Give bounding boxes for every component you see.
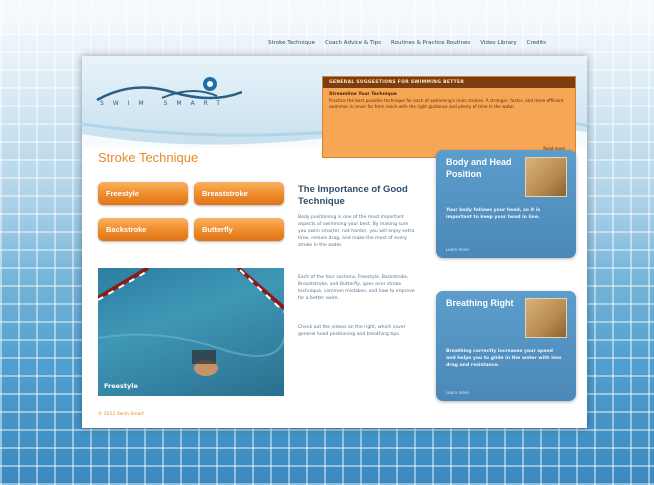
pool-image bbox=[98, 268, 284, 376]
article-paragraph-3: Check out the videos on the right, which… bbox=[298, 325, 406, 337]
nav-credits[interactable]: Credits bbox=[527, 40, 546, 54]
tips-box-title: Streamline Your Technique bbox=[329, 92, 397, 97]
nav-routines[interactable]: Routines & Practice Routines bbox=[391, 40, 470, 54]
nav-coach-advice[interactable]: Coach Advice & Tips bbox=[325, 40, 381, 54]
freestyle-photo[interactable]: Freestyle bbox=[98, 268, 284, 396]
swimmer-logo-icon[interactable] bbox=[92, 70, 242, 120]
tips-box: GENERAL SUGGESTIONS FOR SWIMMING BETTER … bbox=[322, 76, 576, 158]
article-title: The Importance of Good Technique bbox=[298, 184, 408, 207]
footer-copyright: © 2012 Swim Smart bbox=[98, 412, 145, 417]
butterfly-button[interactable]: Butterfly bbox=[194, 218, 284, 241]
freestyle-button[interactable]: Freestyle bbox=[98, 182, 188, 205]
card-learn-more-link[interactable]: Learn more bbox=[446, 247, 469, 252]
card-title: Breathing Right bbox=[446, 298, 514, 308]
nav-video-library[interactable]: Video Library bbox=[480, 40, 516, 54]
card-learn-more-link[interactable]: Learn more bbox=[446, 390, 469, 395]
card-thumbnail bbox=[525, 298, 567, 338]
page-title: Stroke Technique bbox=[98, 150, 199, 165]
breathing-right-card[interactable]: Breathing Right Breathing correctly incr… bbox=[436, 291, 576, 401]
top-nav: Stroke Technique Coach Advice & Tips Rou… bbox=[268, 40, 546, 54]
tips-box-body: Practice the best possible technique for… bbox=[329, 98, 564, 109]
main-panel: SWIM SMART GENERAL SUGGESTIONS FOR SWIMM… bbox=[82, 56, 587, 428]
card-body: Breathing correctly increases your speed… bbox=[446, 349, 562, 368]
tips-box-header: GENERAL SUGGESTIONS FOR SWIMMING BETTER bbox=[323, 77, 575, 88]
nav-stroke-technique[interactable]: Stroke Technique bbox=[268, 40, 315, 54]
card-thumbnail bbox=[525, 157, 567, 197]
article-paragraph-1: Body positioning is one of the most impo… bbox=[298, 215, 415, 248]
backstroke-button[interactable]: Backstroke bbox=[98, 218, 188, 241]
article-paragraph-2: Each of the four sections, Freestyle, Ba… bbox=[298, 275, 415, 301]
card-body: Your body follows your head, so it is im… bbox=[446, 208, 541, 220]
photo-caption: Freestyle bbox=[104, 382, 138, 390]
body-head-position-card[interactable]: Body and Head Position Your body follows… bbox=[436, 150, 576, 258]
logo-text: SWIM SMART bbox=[100, 100, 230, 107]
breaststroke-button[interactable]: Breaststroke bbox=[194, 182, 284, 205]
card-title: Body and Head Position bbox=[446, 157, 512, 179]
